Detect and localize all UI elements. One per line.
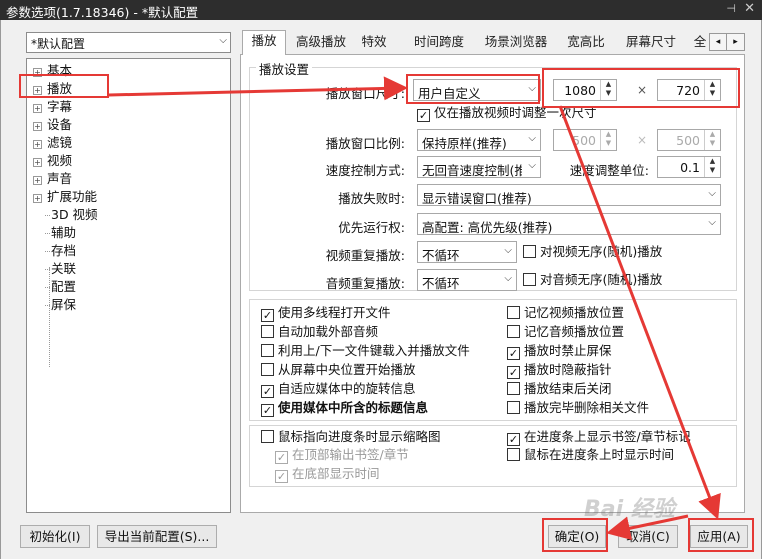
tab-playback[interactable]: 播放 xyxy=(242,30,286,55)
arrow-size-to-apply xyxy=(558,105,721,520)
arrow-apply-to-ok xyxy=(606,514,689,541)
annotation-arrows xyxy=(108,76,721,541)
arrow-tree-to-size xyxy=(108,76,408,101)
